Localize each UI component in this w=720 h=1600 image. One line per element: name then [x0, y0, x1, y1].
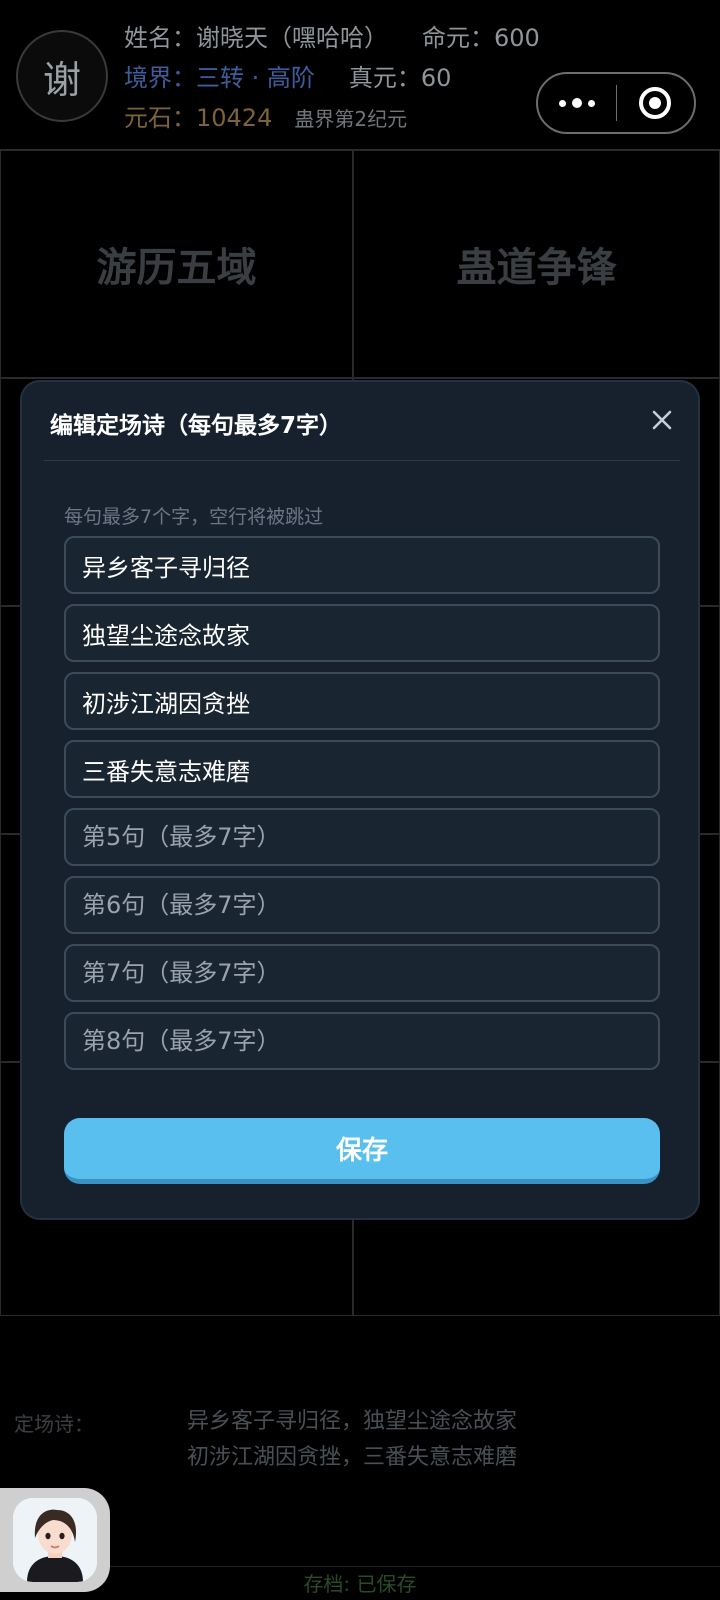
poem-line-input-5[interactable] — [64, 808, 660, 866]
poem-line: 异乡客子寻归径，独望尘途念故家 — [187, 1409, 518, 1434]
close-icon[interactable] — [642, 400, 682, 440]
poem-line-input-2[interactable] — [64, 604, 660, 662]
tile-gu-battle[interactable]: 蛊道争锋 — [353, 150, 720, 378]
assistant-avatar-icon — [13, 1498, 97, 1582]
more-dots-icon[interactable] — [538, 74, 616, 132]
dialog-hint: 每句最多7个字，空行将被跳过 — [64, 506, 324, 528]
status-header: 谢 姓名：谢晓天（嘿哈哈） 命元：600 境界：三转 · 高阶 真元：60 元石：1… — [0, 0, 720, 150]
tile-gu-battle-label: 蛊道争锋 — [456, 245, 617, 291]
poem-lines: 异乡客子寻归径，独望尘途念故家 初涉江湖因贪挫，三番失意志难磨 — [187, 1404, 517, 1476]
poem-line-inputs — [64, 536, 660, 1080]
tile-travel-label: 游历五域 — [96, 245, 257, 291]
poem-line-input-8[interactable] — [64, 1012, 660, 1070]
poem-line-input-6[interactable] — [64, 876, 660, 934]
player-name: 姓名：谢晓天（嘿哈哈） — [124, 24, 388, 52]
poem-label: 定场诗： — [14, 1412, 94, 1436]
stones-value: 10424 — [196, 104, 273, 132]
essence-value: 真元：60 — [348, 64, 452, 92]
dialog-title: 编辑定场诗（每句最多7字） — [50, 413, 343, 439]
realm-value: 境界：三转 · 高阶 — [124, 64, 315, 92]
save-button[interactable]: 保存 — [64, 1118, 660, 1184]
era-label: 蛊界第2纪元 — [294, 107, 408, 131]
poem-line-input-1[interactable] — [64, 536, 660, 594]
life-value: 命元：600 — [422, 24, 540, 52]
avatar-char: 谢 — [42, 57, 81, 102]
avatar[interactable]: 谢 — [16, 30, 108, 122]
poem-line-input-4[interactable] — [64, 740, 660, 798]
dialog-divider — [44, 460, 680, 461]
target-circle-icon[interactable] — [616, 74, 694, 132]
assistant-avatar-button[interactable] — [0, 1488, 110, 1592]
edit-poem-dialog: 编辑定场诗（每句最多7字） 每句最多7个字，空行将被跳过 保存 — [20, 380, 700, 1220]
tile-travel[interactable]: 游历五域 — [0, 150, 353, 378]
poem-line: 初涉江湖因贪挫，三番失意志难磨 — [187, 1445, 518, 1470]
stones-label: 元石： — [124, 104, 196, 132]
poem-line-input-7[interactable] — [64, 944, 660, 1002]
mini-program-capsule — [536, 72, 696, 134]
poem-line-input-3[interactable] — [64, 672, 660, 730]
player-info: 姓名：谢晓天（嘿哈哈） 命元：600 境界：三转 · 高阶 真元：60 元石：104… — [124, 18, 574, 139]
